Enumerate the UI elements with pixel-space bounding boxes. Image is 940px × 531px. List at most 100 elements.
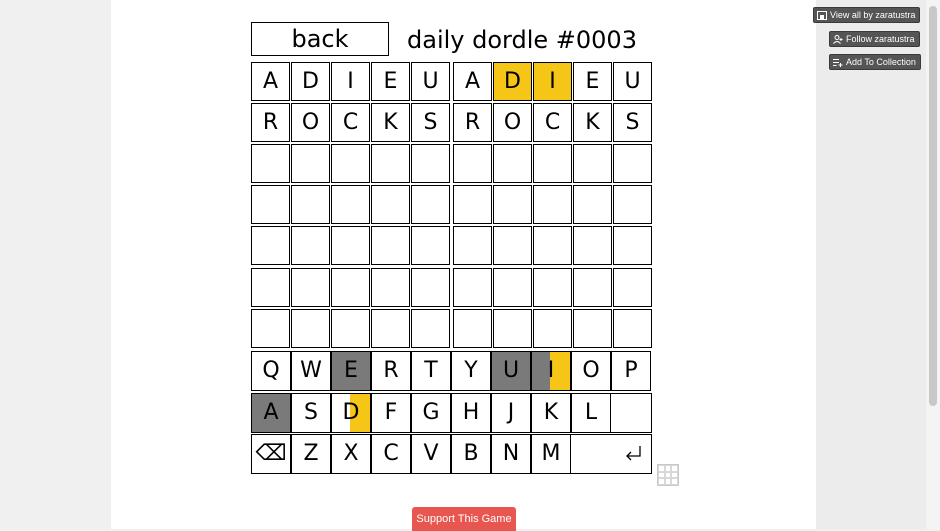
back-button[interactable]: back xyxy=(251,22,389,56)
board-cell xyxy=(613,268,652,307)
board-cell: D xyxy=(291,62,330,101)
board-cell xyxy=(493,185,532,224)
key-o[interactable]: O xyxy=(571,351,611,391)
key-blank xyxy=(611,393,652,433)
board-cell: S xyxy=(613,103,652,142)
board-cell: S xyxy=(411,103,450,142)
key-h[interactable]: H xyxy=(451,393,491,433)
key-label: X xyxy=(343,441,359,466)
key-l[interactable]: L xyxy=(571,393,611,433)
key-w[interactable]: W xyxy=(291,351,331,391)
board-cell xyxy=(411,144,450,183)
key-f[interactable]: F xyxy=(371,393,411,433)
key-label: C xyxy=(383,441,399,466)
view-all-button[interactable]: View all by zaratustra xyxy=(813,7,921,23)
board-cell: D xyxy=(493,62,532,101)
add-to-collection-label: Add To Collection xyxy=(846,57,916,67)
key-u[interactable]: U xyxy=(491,351,531,391)
key-c[interactable]: C xyxy=(371,434,411,474)
key-label: Z xyxy=(303,441,319,466)
key-p[interactable]: P xyxy=(611,351,651,391)
key-d[interactable]: D xyxy=(331,393,371,433)
key-n[interactable]: N xyxy=(491,434,531,474)
board-cell xyxy=(371,309,410,348)
key-r[interactable]: R xyxy=(371,351,411,391)
board-cell xyxy=(573,226,612,265)
key-label: Q xyxy=(262,358,280,383)
board-cell xyxy=(613,309,652,348)
board-cell: E xyxy=(573,62,612,101)
support-button[interactable]: Support This Game xyxy=(412,507,516,531)
key-label: N xyxy=(502,441,520,466)
key-label: A xyxy=(263,400,279,425)
board-cell: I xyxy=(331,62,370,101)
key-label: J xyxy=(507,400,515,425)
key-g[interactable]: G xyxy=(411,393,451,433)
board-cell xyxy=(493,226,532,265)
enter-key[interactable] xyxy=(571,434,652,474)
board-cell: C xyxy=(331,103,370,142)
board-cell xyxy=(493,309,532,348)
key-label: T xyxy=(424,358,438,383)
scrollbar[interactable] xyxy=(926,0,940,529)
key-j[interactable]: J xyxy=(491,393,531,433)
board-cell: U xyxy=(613,62,652,101)
board-cell: I xyxy=(533,62,572,101)
key-m[interactable]: M xyxy=(531,434,571,474)
board-cell xyxy=(251,268,290,307)
key-e[interactable]: E xyxy=(331,351,371,391)
board-cell xyxy=(291,226,330,265)
key-k[interactable]: K xyxy=(531,393,571,433)
key-t[interactable]: T xyxy=(411,351,451,391)
board-cell xyxy=(411,268,450,307)
itch-side-panel xyxy=(816,0,926,529)
key-label: U xyxy=(502,358,520,383)
game-title: daily dordle #0003 xyxy=(407,26,637,54)
board-cell xyxy=(251,226,290,265)
add-to-collection-button[interactable]: Add To Collection xyxy=(829,54,921,70)
key-label: V xyxy=(423,441,439,466)
key-label: Y xyxy=(464,358,478,383)
key-a[interactable]: A xyxy=(251,393,291,433)
key-label: I xyxy=(547,358,555,383)
board-cell: U xyxy=(411,62,450,101)
key-s[interactable]: S xyxy=(291,393,331,433)
board-cell xyxy=(331,268,370,307)
key-label: L xyxy=(584,400,598,425)
board-cell: K xyxy=(371,103,410,142)
key-v[interactable]: V xyxy=(411,434,451,474)
board-cell xyxy=(291,144,330,183)
key-b[interactable]: B xyxy=(451,434,491,474)
board-cell: C xyxy=(533,103,572,142)
key-label: M xyxy=(541,441,561,466)
key-label: K xyxy=(543,400,559,425)
board-cell xyxy=(411,309,450,348)
key-x[interactable]: X xyxy=(331,434,371,474)
board-cell: R xyxy=(453,103,492,142)
key-label: W xyxy=(300,358,322,383)
fullscreen-icon[interactable] xyxy=(657,464,679,486)
scrollbar-thumb[interactable] xyxy=(929,6,937,406)
board-cell xyxy=(291,268,330,307)
board-cell xyxy=(573,185,612,224)
board-cell: A xyxy=(251,62,290,101)
backspace-key[interactable]: ⌫ xyxy=(251,434,291,474)
board-cell: O xyxy=(291,103,330,142)
board-cell xyxy=(411,226,450,265)
key-label: G xyxy=(422,400,440,425)
board-cell xyxy=(371,144,410,183)
key-z[interactable]: Z xyxy=(291,434,331,474)
key-q[interactable]: Q xyxy=(251,351,291,391)
board-cell xyxy=(453,309,492,348)
board-cell xyxy=(613,185,652,224)
follow-button[interactable]: Follow zaratustra xyxy=(829,31,920,47)
board-cell xyxy=(613,226,652,265)
key-label: D xyxy=(342,400,360,425)
key-y[interactable]: Y xyxy=(451,351,491,391)
key-i[interactable]: I xyxy=(531,351,571,391)
board-cell xyxy=(331,309,370,348)
board-cell: K xyxy=(573,103,612,142)
board-cell xyxy=(251,144,290,183)
board-cell xyxy=(573,144,612,183)
board-cell xyxy=(533,144,572,183)
